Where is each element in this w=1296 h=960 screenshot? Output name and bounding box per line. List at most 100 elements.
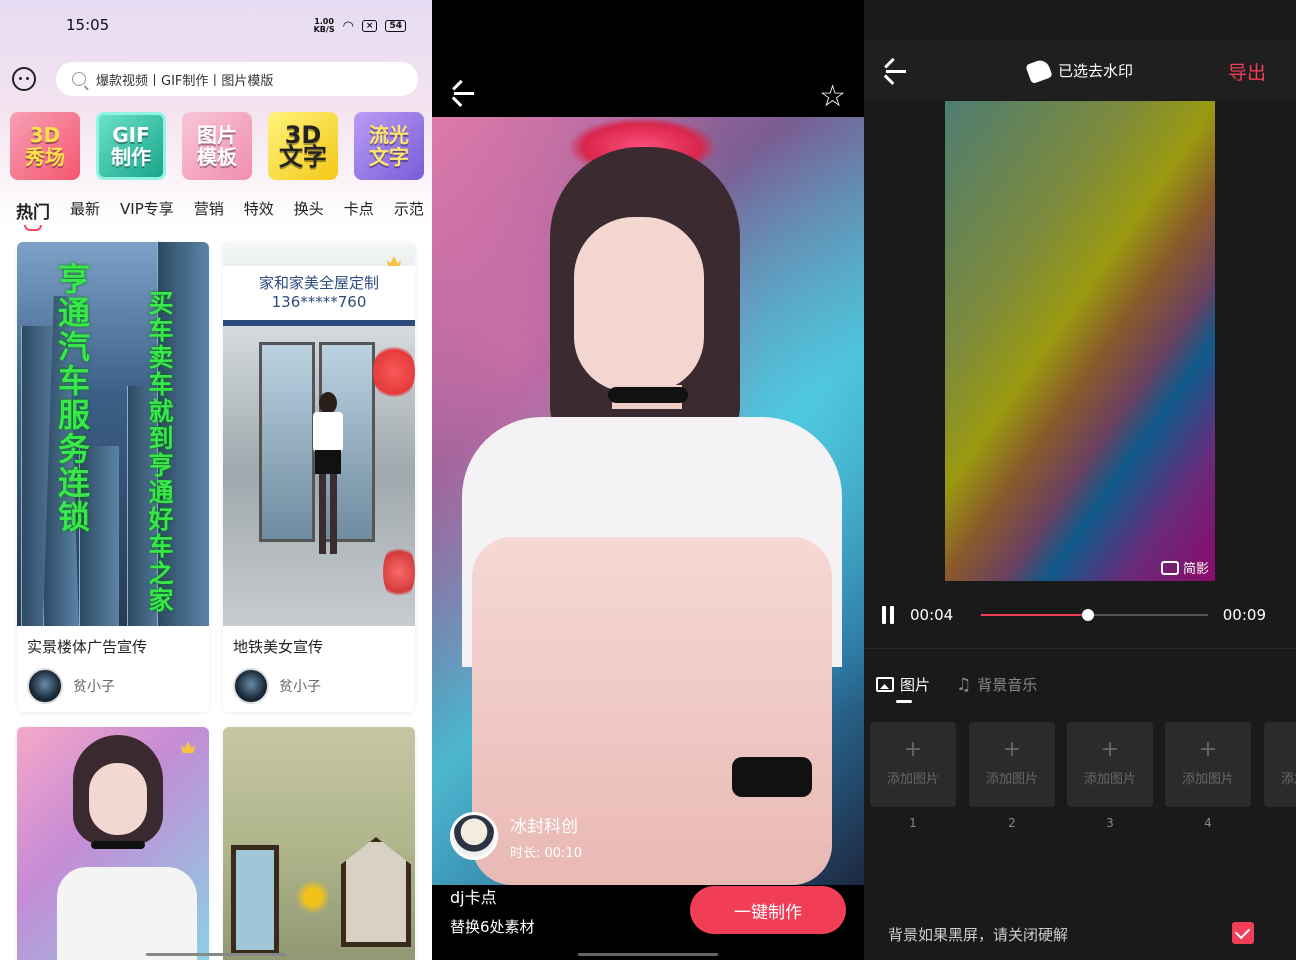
sim-icon: × <box>361 20 378 32</box>
watermark-icon <box>1025 57 1053 84</box>
template-subtitle: 替换6处素材 <box>450 918 535 936</box>
slot-number: 3 <box>1106 816 1114 830</box>
template-preview[interactable] <box>432 117 864 885</box>
template-card[interactable] <box>17 727 209 960</box>
total-time: 00:09 <box>1222 606 1266 624</box>
category-3d-text[interactable]: 3D 文字 <box>268 112 338 180</box>
tab-beat[interactable]: 卡点 <box>344 198 374 223</box>
template-thumbnail <box>17 727 209 960</box>
net-speed: 1.00 KB/S <box>313 17 335 34</box>
home-screen: 15:05 1.00 KB/S ◠ × 54 爆款视频丨GIF制作丨图片模版 3… <box>0 0 432 960</box>
creator-name: 冰封科创 <box>510 817 578 837</box>
template-title: dj卡点 <box>450 888 497 907</box>
author-avatar <box>27 668 63 704</box>
progress-knob[interactable] <box>1081 609 1094 621</box>
battery-icon: 54 <box>385 20 406 32</box>
template-thumbnail <box>223 727 415 960</box>
template-card[interactable] <box>223 727 415 960</box>
plus-icon: + <box>903 737 923 762</box>
tab-effects[interactable]: 特效 <box>244 198 274 223</box>
search-bar[interactable]: 爆款视频丨GIF制作丨图片模版 <box>56 62 418 96</box>
image-icon <box>876 677 894 692</box>
template-card[interactable]: 亨通汽车服务连锁 买车卖车就到亨通好车之家 实景楼体广告宣传 贫小子 <box>17 242 209 712</box>
export-button[interactable]: 导出 <box>1228 58 1266 85</box>
tab-images[interactable]: 图片 <box>876 674 930 695</box>
slot-number: 1 <box>909 816 917 830</box>
author-name: 贫小子 <box>279 679 321 695</box>
plus-icon: + <box>1100 737 1120 762</box>
back-arrow-icon[interactable] <box>884 57 906 85</box>
current-time: 00:04 <box>910 606 954 624</box>
wifi-icon: ◠ <box>342 18 354 34</box>
category-tabs: 热门 最新 VIP专享 营销 特效 换头 卡点 示范 <box>16 198 424 231</box>
person-figure <box>311 392 345 562</box>
category-gif[interactable]: GIF 制作 <box>96 112 166 180</box>
slot-label: 添加图片 <box>985 772 1038 787</box>
author-name: 贫小子 <box>73 679 115 695</box>
tab-new[interactable]: 最新 <box>70 198 100 223</box>
banner-line1: 家和家美全屋定制 <box>258 274 379 292</box>
tab-marketing[interactable]: 营销 <box>194 198 224 223</box>
music-note-icon: ♫ <box>956 674 972 695</box>
template-thumbnail: 家和家美全屋定制 136*****760 <box>223 242 415 626</box>
banner-line2: 136*****760 <box>271 293 367 311</box>
add-image-slot[interactable]: + 添加图片 <box>1165 722 1251 807</box>
plus-icon: + <box>1002 737 1022 762</box>
status-bar: 15:05 1.00 KB/S ◠ × 54 <box>0 0 432 54</box>
slot-label: 添加图片 <box>1181 772 1234 787</box>
preview-watermark: 简影 <box>1160 558 1209 577</box>
slot-label: 添加图片 <box>886 772 939 787</box>
status-icons: 1.00 KB/S ◠ × 54 <box>314 18 406 34</box>
hardware-decode-tip: 背景如果黑屏，请关闭硬解 <box>888 926 1069 944</box>
progress-fill <box>981 614 1088 616</box>
plus-icon: + <box>1264 722 1296 762</box>
progress-slider[interactable] <box>981 609 1208 621</box>
make-button[interactable]: 一键制作 <box>690 886 846 934</box>
watermark-toggle[interactable]: 已选去水印 <box>1025 57 1133 84</box>
template-detail-screen: ☆ 冰封科创 时长: 00:10 dj卡点 替换6处素材 一键制作 <box>432 0 864 960</box>
tab-bg-music[interactable]: ♫ 背景音乐 <box>956 674 1037 695</box>
template-title: 地铁美女宣传 <box>233 638 324 656</box>
category-label: 3D 文字 <box>279 121 327 171</box>
pause-icon[interactable] <box>882 606 898 624</box>
video-preview[interactable]: 简影 <box>945 101 1215 581</box>
plus-icon: + <box>1198 737 1218 762</box>
category-label: GIF 制作 <box>111 123 151 169</box>
tab-hot[interactable]: 热门 <box>16 198 50 231</box>
face-icon[interactable] <box>12 67 36 91</box>
camera-icon <box>1160 560 1179 575</box>
divider <box>864 648 1296 649</box>
search-placeholder: 爆款视频丨GIF制作丨图片模版 <box>96 73 274 89</box>
overlay-text-right: 买车卖车就到亨通好车之家 <box>145 290 174 614</box>
slot-label: 添加图片 <box>1280 772 1296 787</box>
category-image-template[interactable]: 图片 模板 <box>182 112 252 180</box>
editor-screen: 已选去水印 导出 简影 00:04 00:09 图片 ♫ 背景音乐 + 添加图片 … <box>864 0 1296 960</box>
thumbnail-banner: 家和家美全屋定制 136*****760 <box>223 266 415 326</box>
vip-crown-icon <box>181 741 195 753</box>
category-flow-text[interactable]: 流光 文字 <box>354 112 424 180</box>
star-icon[interactable]: ☆ <box>819 82 846 112</box>
tab-demo[interactable]: 示范 <box>394 198 424 223</box>
tab-label: 背景音乐 <box>977 676 1038 694</box>
home-indicator <box>578 953 718 956</box>
slot-number: 4 <box>1204 816 1212 830</box>
tab-face-swap[interactable]: 换头 <box>294 198 324 223</box>
preview-watermark-text: 简影 <box>1182 562 1209 577</box>
hardware-decode-checkbox[interactable] <box>1232 922 1254 944</box>
add-image-slot[interactable]: + 添加图片 <box>1067 722 1153 807</box>
creator-avatar[interactable] <box>450 812 498 860</box>
add-image-slot[interactable]: + 添加图片 <box>1264 722 1296 807</box>
status-time: 15:05 <box>66 16 110 34</box>
slot-number: 2 <box>1008 816 1016 830</box>
tab-underline <box>896 700 912 703</box>
category-3d-show[interactable]: 3D 秀场 <box>10 112 80 180</box>
template-title: 实景楼体广告宣传 <box>27 638 148 656</box>
template-card[interactable]: 家和家美全屋定制 136*****760 地铁美女宣传 贫小子 <box>223 242 415 712</box>
add-image-slot[interactable]: + 添加图片 <box>969 722 1055 807</box>
home-indicator <box>146 953 286 956</box>
back-arrow-icon[interactable] <box>452 79 474 107</box>
category-row: 3D 秀场 GIF 制作 图片 模板 3D 文字 流光 文字 <box>10 112 424 180</box>
tab-vip[interactable]: VIP专享 <box>120 198 174 223</box>
category-label: 3D 秀场 <box>25 123 65 169</box>
add-image-slot[interactable]: + 添加图片 <box>870 722 956 807</box>
